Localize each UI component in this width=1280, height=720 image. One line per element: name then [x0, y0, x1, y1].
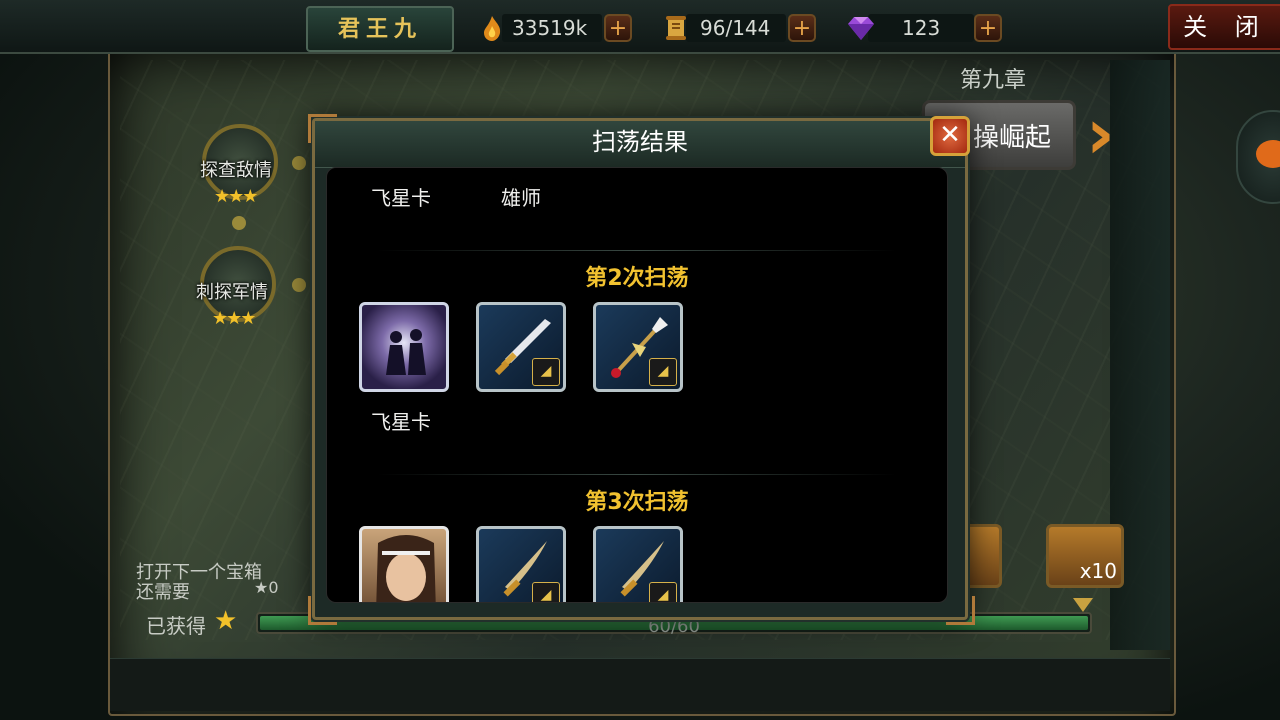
item-slot-weapon[interactable]: ◢	[476, 302, 566, 392]
item-name: 雄师	[501, 186, 541, 210]
hero-portrait-icon	[376, 535, 436, 602]
map-bottom-bar	[110, 658, 1170, 711]
stage-label-1: 探查敌情	[200, 160, 272, 181]
path-dot	[292, 278, 306, 292]
path-dot	[232, 216, 246, 230]
equipment-tag-icon: ◢	[532, 358, 560, 386]
sweep-title: 第3次扫荡	[585, 490, 689, 515]
stamina-value: 96/144	[700, 16, 771, 40]
frame-corner	[946, 596, 975, 625]
silhouette-icon	[386, 329, 426, 375]
top-bar: 君王九 33519k + 96/144 + 123 + 关 闭	[0, 0, 1280, 54]
chest-marker-icon	[1073, 598, 1093, 612]
stage-stars-2: ★★★	[212, 308, 256, 329]
flame-icon	[484, 16, 501, 41]
equipment-tag-icon: ◢	[532, 582, 560, 602]
item-name: 飞星卡	[371, 410, 431, 434]
item-slot-hero[interactable]	[359, 526, 449, 602]
obtained-label: 已获得	[146, 614, 206, 638]
dialog-close-button[interactable]: ✕	[930, 116, 970, 156]
chapter-label: 第九章	[960, 68, 1027, 93]
path-dot	[292, 156, 306, 170]
item-slot-weapon[interactable]: ◢	[593, 302, 683, 392]
dialog-title: 扫荡结果	[592, 128, 688, 156]
add-gem-button[interactable]: +	[974, 14, 1002, 42]
results-panel[interactable]: 飞星卡 雄师 第2次扫荡 飞星卡 ◢ ◢ 第3次扫荡 ◢ ◢	[326, 167, 948, 603]
resource-gems: 123 +	[844, 10, 1006, 46]
dialog-header: 扫荡结果	[315, 121, 965, 168]
need-stars: ★0	[254, 578, 279, 597]
star-icon: ★	[214, 606, 238, 636]
need-label: 还需要	[136, 582, 190, 603]
scroll-icon	[666, 16, 686, 40]
item-slot-card[interactable]	[359, 302, 449, 392]
chest-count: x10	[1079, 559, 1117, 583]
reward-chest-final[interactable]: x10	[1046, 524, 1124, 588]
gem-value: 123	[902, 16, 941, 40]
resource-gold: 33519k +	[478, 10, 634, 46]
divider	[377, 474, 897, 475]
gem-icon	[848, 17, 874, 40]
resource-stamina: 96/144 +	[662, 10, 818, 46]
frame-corner	[308, 114, 337, 143]
stage-stars-1: ★★★	[214, 186, 258, 207]
close-button[interactable]: 关 闭	[1168, 4, 1280, 50]
next-chapter-arrow-icon[interactable]: ›	[1086, 94, 1115, 174]
equipment-tag-icon: ◢	[649, 582, 677, 602]
add-stamina-button[interactable]: +	[788, 14, 816, 42]
item-slot-weapon[interactable]: ◢	[593, 526, 683, 602]
divider	[377, 250, 897, 251]
equipment-tag-icon: ◢	[649, 358, 677, 386]
gold-value: 33519k	[512, 16, 588, 40]
player-name-tab[interactable]: 君王九	[306, 6, 454, 52]
add-gold-button[interactable]: +	[604, 14, 632, 42]
item-name: 飞星卡	[371, 186, 431, 210]
item-slot-weapon[interactable]: ◢	[476, 526, 566, 602]
stage-label-2: 刺探军情	[196, 282, 268, 303]
sweep-title: 第2次扫荡	[585, 266, 689, 291]
creature-icon	[1256, 140, 1280, 168]
